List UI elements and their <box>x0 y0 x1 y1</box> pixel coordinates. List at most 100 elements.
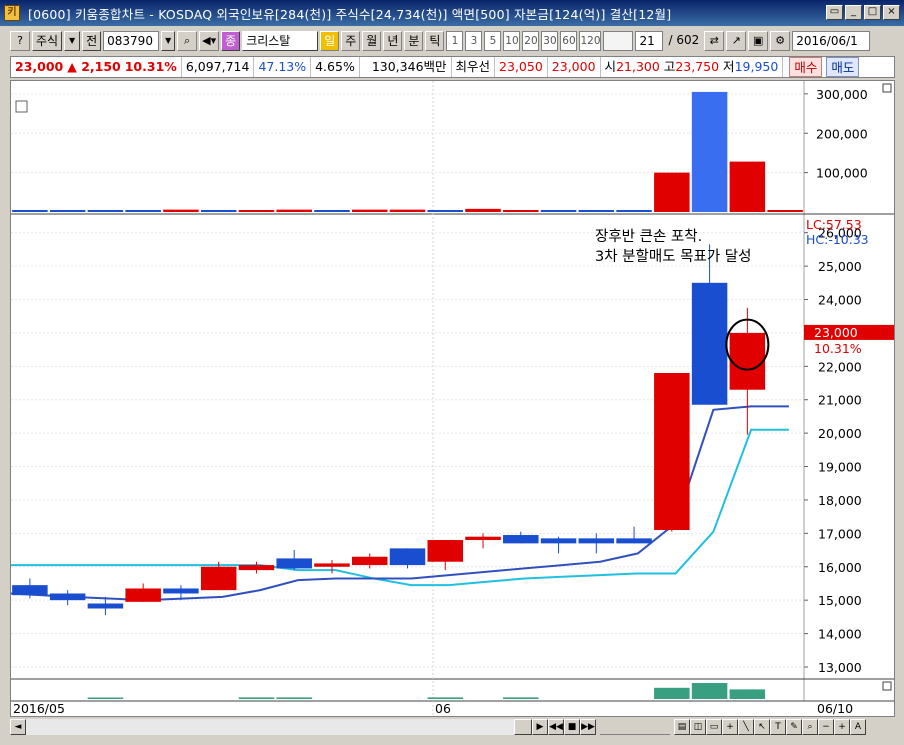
price-tick-label: 21,000 <box>818 393 862 408</box>
text-icon[interactable]: T <box>770 719 786 735</box>
volume-bar <box>351 209 388 212</box>
line-tool-icon[interactable]: ↗ <box>726 31 747 51</box>
indicator-panel-close-icon <box>882 681 892 691</box>
display-count-input[interactable]: 21 <box>635 31 664 51</box>
split-icon[interactable]: ◫ <box>690 719 706 735</box>
interval-30[interactable]: 30 <box>541 31 559 51</box>
window-icon[interactable]: ▭ <box>706 719 722 735</box>
period-minute[interactable]: 분 <box>404 31 424 51</box>
maximize-button[interactable]: □ <box>864 5 881 20</box>
total-count: / 602 <box>668 33 700 47</box>
cross-icon[interactable]: + <box>722 719 738 735</box>
current-price-marker-label: 23,000 <box>814 325 858 340</box>
close-button[interactable]: × <box>883 5 900 20</box>
best-ask: 23,050 <box>495 57 548 77</box>
interval-60[interactable]: 60 <box>560 31 578 51</box>
date-input[interactable]: 2016/06/1 <box>792 31 871 51</box>
indicator-bar <box>503 697 539 699</box>
candle-body <box>503 535 539 544</box>
pen-icon[interactable]: ✎ <box>786 719 802 735</box>
period-month[interactable]: 월 <box>362 31 382 51</box>
volume-bar <box>654 172 690 212</box>
play-button[interactable]: ▶ <box>532 719 548 735</box>
candle-body <box>276 558 312 569</box>
ohl-group: 시21,300 고23,750 저19,950 <box>601 57 784 77</box>
quote-info-row: 23,000 ▲ 2,150 10.31% 6,097,714 47.13% 4… <box>10 56 895 78</box>
market-select[interactable]: 주식 <box>32 31 63 51</box>
interval-5[interactable]: 5 <box>484 31 502 51</box>
annotation-line-2: 3차 분할매도 목표가 달성 <box>595 249 752 265</box>
table-icon <box>15 100 28 113</box>
prev-label[interactable]: 전 <box>82 31 102 51</box>
interval-20[interactable]: 20 <box>522 31 540 51</box>
period-week[interactable]: 주 <box>341 31 361 51</box>
price-tick-label: 25,000 <box>818 259 862 274</box>
indicator-bar <box>238 697 275 699</box>
zoom-out-icon[interactable]: − <box>818 719 834 735</box>
interval-1[interactable]: 1 <box>446 31 464 51</box>
volume-bar <box>427 210 464 212</box>
restore-window-button[interactable]: ▭ <box>826 5 843 20</box>
line-icon[interactable]: ╲ <box>738 719 754 735</box>
title-bar: 키 [0600] 키움종합차트 - KOSDAQ 외국인보유[284(천)] 주… <box>0 0 904 26</box>
fast-forward-button[interactable]: ▶▶ <box>580 719 596 735</box>
volume-tick-label: 200,000 <box>816 126 868 141</box>
volume-ratio: 47.13% <box>254 57 312 77</box>
chart-area[interactable]: 300,000 200,000 100,000 26,000 25,000 24,000 2… <box>10 80 895 717</box>
price-tick-label: 19,000 <box>818 460 862 475</box>
minimize-button[interactable]: _ <box>845 5 862 20</box>
zoom-icon[interactable]: ⌕ <box>802 719 818 735</box>
candle-body <box>87 603 124 609</box>
search-icon[interactable]: ? <box>10 31 30 51</box>
market-dropdown-icon[interactable]: ▼ <box>64 31 81 51</box>
volume-bar <box>87 210 124 212</box>
low-value: 19,950 <box>734 59 779 74</box>
volume-tick-label: 100,000 <box>816 166 868 181</box>
interval-10[interactable]: 10 <box>503 31 521 51</box>
compare-icon[interactable]: ⇄ <box>704 31 725 51</box>
font-size-icon[interactable]: A <box>850 719 866 735</box>
badge-label: 종 <box>221 31 241 51</box>
interval-3[interactable]: 3 <box>465 31 483 51</box>
chart-svg: 300,000200,000100,00026,00025,00024,0002… <box>11 81 894 716</box>
zoom-in-icon[interactable]: + <box>834 719 850 735</box>
volume-bar <box>616 210 652 212</box>
scroll-left-arrow[interactable]: ◄ <box>10 719 26 735</box>
low-label: 저 <box>723 59 735 74</box>
annotation-line-1: 장후반 큰손 포착. <box>595 229 703 245</box>
interval-120[interactable]: 120 <box>579 31 602 51</box>
save-icon[interactable]: ▣ <box>748 31 769 51</box>
scroll-thumb[interactable] <box>514 719 532 735</box>
sell-button[interactable]: 매도 <box>826 57 860 77</box>
high-value: 23,750 <box>675 59 720 74</box>
arrow-icon[interactable]: ↖ <box>754 719 770 735</box>
custom-interval-input[interactable] <box>603 31 634 51</box>
stop-button[interactable]: ■ <box>564 719 580 735</box>
period-day[interactable]: 일 <box>320 31 340 51</box>
open-value: 21,300 <box>616 59 660 74</box>
rewind-button[interactable]: ◀◀ <box>548 719 564 735</box>
buy-button[interactable]: 매수 <box>789 57 823 77</box>
volume-bar <box>314 210 350 212</box>
turnover: 4.65% <box>311 57 360 77</box>
horizontal-scrollbar[interactable]: ◄ ▶ ◀◀ ■ ▶▶ ▤ ◫ ▭ + ╲ ↖ T ✎ ⌕ − + A <box>10 718 895 736</box>
settings-icon[interactable]: ⚙ <box>770 31 791 51</box>
x-label-0610: 06/10 <box>817 701 853 716</box>
period-year[interactable]: 년 <box>383 31 403 51</box>
best-quote-label: 최우선 <box>452 57 496 77</box>
volume-bar <box>49 210 86 212</box>
volume: 6,097,714 <box>182 57 255 77</box>
scroll-track[interactable] <box>26 719 514 735</box>
layout-icon[interactable]: ▤ <box>674 719 690 735</box>
price-value: 23,000 <box>15 59 64 74</box>
candle-body <box>12 585 48 596</box>
code-dropdown-icon[interactable]: ▼ <box>161 31 176 51</box>
app-icon[interactable]: 키 <box>4 5 20 21</box>
speaker-icon[interactable]: ◀▾ <box>199 31 220 51</box>
volume-bar <box>503 210 539 212</box>
magnifier-icon[interactable]: ⌕ <box>177 31 198 51</box>
zoom-slider[interactable] <box>600 719 670 735</box>
stock-code-input[interactable]: 083790 <box>103 31 160 51</box>
volume-bar <box>200 210 237 212</box>
period-tick[interactable]: 틱 <box>425 31 445 51</box>
